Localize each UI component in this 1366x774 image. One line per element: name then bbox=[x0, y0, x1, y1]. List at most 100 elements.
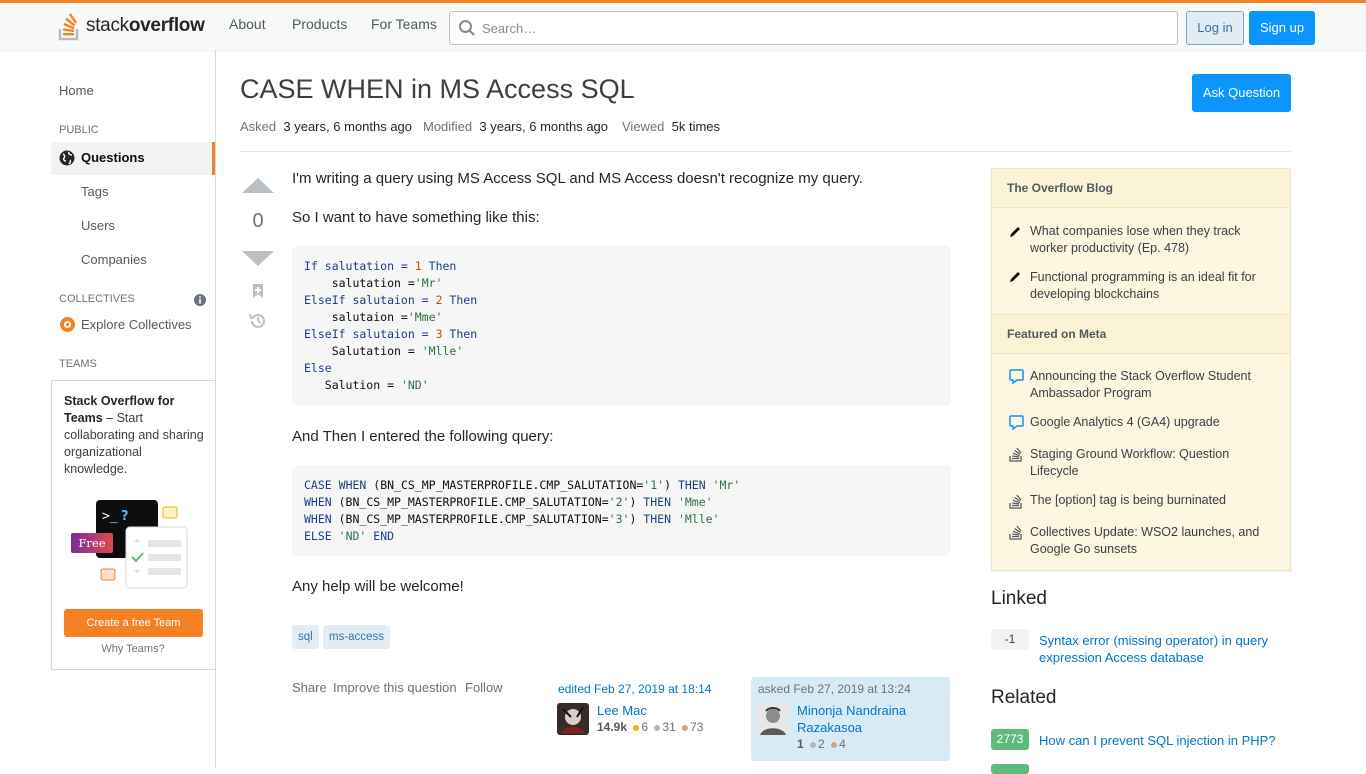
sidebar-section-collectives: COLLECTIVES bbox=[59, 293, 135, 305]
bookmark-icon[interactable] bbox=[251, 283, 265, 299]
code-line: If salutation = 1 Then bbox=[304, 259, 457, 273]
code-block: If salutation = 1 Then salutation ='Mr' … bbox=[292, 246, 951, 406]
owner-username[interactable]: Minonja Nandraina Razakasoa bbox=[797, 702, 942, 736]
upvote-icon[interactable] bbox=[242, 178, 274, 193]
nav-products[interactable]: Products bbox=[292, 16, 347, 32]
collectives-icon bbox=[60, 317, 75, 332]
svg-text:?: ? bbox=[121, 509, 129, 524]
question-paragraph: So I want to have something like this: bbox=[292, 209, 540, 226]
overflow-blog-widget: The Overflow Blog What companies lose wh… bbox=[991, 168, 1291, 571]
owner-signature: asked Feb 27, 2019 at 13:24 Minonja Nand… bbox=[751, 677, 950, 761]
downvote-icon[interactable] bbox=[242, 251, 274, 266]
modified-meta: Modified 3 years, 6 months ago bbox=[423, 119, 609, 134]
teams-promo: Stack Overflow for Teams – Start collabo… bbox=[51, 380, 215, 670]
nav-for-teams[interactable]: For Teams bbox=[371, 16, 437, 32]
asked-meta: Asked 3 years, 6 months ago bbox=[240, 119, 413, 134]
code-line: ElseIf salutaion = 3 Then bbox=[304, 327, 478, 341]
sidebar-item-explore-collectives[interactable]: Explore Collectives bbox=[81, 317, 192, 332]
sidebar-item-home[interactable]: Home bbox=[59, 83, 94, 98]
create-free-team-button[interactable]: Create a free Team bbox=[64, 609, 203, 637]
code-line: Salutation = 'Mlle' bbox=[304, 344, 464, 358]
code-line: Else bbox=[304, 361, 332, 375]
stack-icon bbox=[1009, 525, 1022, 540]
meta-item[interactable]: Collectives Update: WSO2 launches, and G… bbox=[1030, 524, 1275, 558]
history-icon[interactable] bbox=[248, 311, 268, 331]
left-sidebar: Home PUBLIC Questions Tags Users Compani… bbox=[0, 50, 216, 768]
tag-sql[interactable]: sql bbox=[292, 625, 319, 649]
asked-timestamp: asked Feb 27, 2019 at 13:24 bbox=[758, 682, 911, 696]
question-title[interactable]: CASE WHEN in MS Access SQL bbox=[240, 74, 635, 105]
signup-button[interactable]: Sign up bbox=[1249, 11, 1315, 45]
free-badge: Free bbox=[71, 533, 113, 553]
related-question-link[interactable]: How can I prevent SQL injection in PHP? bbox=[1039, 732, 1289, 749]
code-line: Salution = 'ND' bbox=[304, 378, 429, 392]
code-line: ElseIf salutaion = 2 Then bbox=[304, 293, 478, 307]
top-bar: stackoverflow About Products For Teams S… bbox=[0, 0, 1366, 50]
comment-icon bbox=[1009, 369, 1024, 384]
question-paragraph: Any help will be welcome! bbox=[292, 578, 464, 595]
stack-icon bbox=[1009, 447, 1022, 462]
sidebar-item-questions[interactable]: Questions bbox=[51, 142, 215, 175]
divider bbox=[240, 151, 1291, 152]
pencil-icon bbox=[1010, 227, 1020, 237]
search-placeholder: Search… bbox=[482, 21, 537, 36]
meta-header: Featured on Meta bbox=[992, 314, 1290, 354]
code-block: CASE WHEN (BN_CS_MP_MASTERPROFILE.CMP_SA… bbox=[292, 465, 951, 556]
teams-promo-text: Stack Overflow for Teams – Start collabo… bbox=[64, 394, 204, 476]
editor-reputation: 14.9k 6 31 73 bbox=[597, 720, 704, 734]
tag-ms-access[interactable]: ms-access bbox=[323, 625, 390, 649]
edited-timestamp-link[interactable]: edited Feb 27, 2019 at 18:14 bbox=[558, 682, 711, 696]
related-score: 2773 bbox=[991, 729, 1029, 750]
globe-icon bbox=[59, 150, 75, 166]
avatar[interactable] bbox=[557, 703, 589, 735]
code-line: CASE WHEN (BN_CS_MP_MASTERPROFILE.CMP_SA… bbox=[304, 478, 741, 492]
login-button[interactable]: Log in bbox=[1186, 11, 1244, 45]
sidebar-section-public: PUBLIC bbox=[59, 124, 99, 136]
code-line: ELSE 'ND' END bbox=[304, 529, 395, 543]
blog-item[interactable]: Functional programming is an ideal fit f… bbox=[1030, 269, 1275, 303]
meta-item[interactable]: The [option] tag is being burninated bbox=[1030, 492, 1275, 509]
why-teams-link[interactable]: Why Teams? bbox=[52, 643, 214, 655]
linked-heading: Linked bbox=[991, 588, 1047, 609]
info-icon[interactable] bbox=[194, 294, 206, 306]
follow-link[interactable]: Follow bbox=[465, 680, 503, 695]
avatar[interactable] bbox=[757, 703, 789, 735]
pencil-icon bbox=[1010, 272, 1020, 282]
vote-count: 0 bbox=[252, 210, 264, 232]
search-icon bbox=[459, 20, 475, 36]
question-paragraph: I'm writing a query using MS Access SQL … bbox=[292, 170, 863, 187]
editor-username[interactable]: Lee Mac bbox=[597, 702, 742, 719]
stackoverflow-logo-icon bbox=[58, 13, 79, 41]
question-paragraph: And Then I entered the following query: bbox=[292, 428, 554, 445]
blog-header: The Overflow Blog bbox=[992, 168, 1290, 208]
sidebar-item-companies[interactable]: Companies bbox=[81, 252, 147, 267]
improve-question-link[interactable]: Improve this question bbox=[333, 680, 457, 695]
code-line: salutation ='Mr' bbox=[304, 276, 443, 290]
meta-item[interactable]: Announcing the Stack Overflow Student Am… bbox=[1030, 368, 1275, 402]
stack-icon bbox=[1009, 494, 1022, 509]
viewed-meta: Viewed 5k times bbox=[622, 119, 721, 134]
comment-icon bbox=[1009, 415, 1024, 430]
editor-signature: edited Feb 27, 2019 at 18:14 Lee Mac 14.… bbox=[551, 677, 750, 761]
related-score bbox=[991, 764, 1029, 774]
linked-score: -1 bbox=[991, 629, 1029, 650]
stackoverflow-logo[interactable]: stackoverflow bbox=[58, 9, 205, 43]
code-line: WHEN (BN_CS_MP_MASTERPROFILE.CMP_SALUTAT… bbox=[304, 512, 720, 526]
logo-text: stackoverflow bbox=[86, 15, 205, 36]
meta-item[interactable]: Google Analytics 4 (GA4) upgrade bbox=[1030, 414, 1275, 431]
ask-question-button[interactable]: Ask Question bbox=[1192, 74, 1291, 112]
blog-item[interactable]: What companies lose when they track work… bbox=[1030, 223, 1275, 257]
code-line: salutaion ='Mme' bbox=[304, 310, 443, 324]
linked-question-link[interactable]: Syntax error (missing operator) in query… bbox=[1039, 632, 1289, 666]
meta-item[interactable]: Staging Ground Workflow: Question Lifecy… bbox=[1030, 446, 1275, 480]
sidebar-item-label: Questions bbox=[81, 150, 145, 165]
sidebar-section-teams: TEAMS bbox=[59, 358, 97, 370]
sidebar-item-tags[interactable]: Tags bbox=[81, 184, 108, 199]
search-input[interactable]: Search… bbox=[449, 11, 1178, 45]
related-heading: Related bbox=[991, 687, 1057, 708]
nav-about[interactable]: About bbox=[229, 16, 266, 32]
code-line: WHEN (BN_CS_MP_MASTERPROFILE.CMP_SALUTAT… bbox=[304, 495, 713, 509]
share-link[interactable]: Share bbox=[292, 680, 327, 695]
sidebar-item-users[interactable]: Users bbox=[81, 218, 115, 233]
owner-reputation: 1 2 4 bbox=[797, 737, 846, 751]
